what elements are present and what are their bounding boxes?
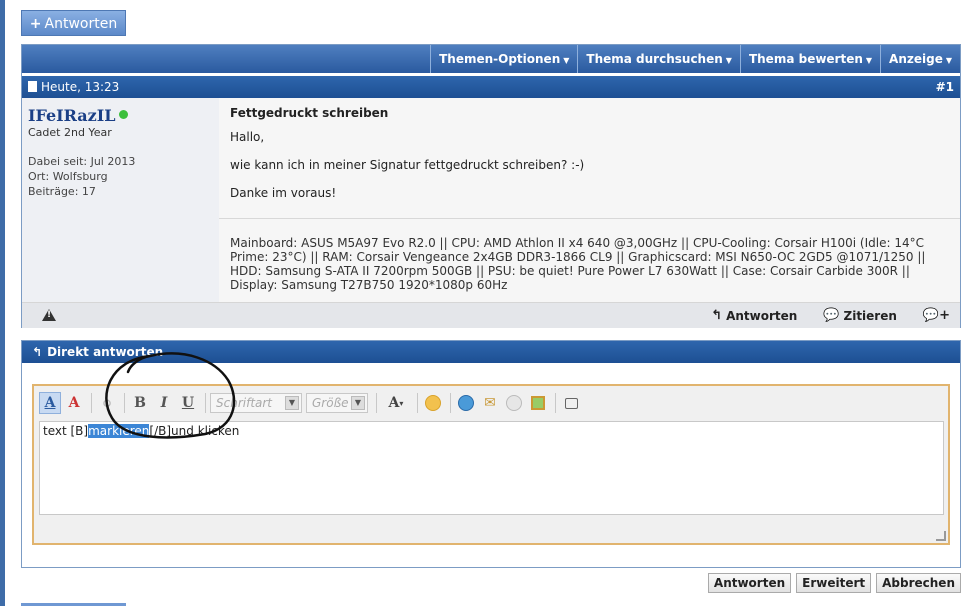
thread-search-label: Thema durchsuchen bbox=[586, 52, 723, 66]
toolbar-divider bbox=[555, 393, 556, 413]
paste-icon[interactable]: ⊙ bbox=[96, 392, 118, 414]
signature-divider bbox=[219, 218, 960, 219]
reply-button-top-label: Antworten bbox=[44, 16, 118, 32]
reply-button-top[interactable]: + Antworten bbox=[21, 10, 126, 36]
document-icon bbox=[28, 81, 37, 92]
quote-insert-icon[interactable] bbox=[560, 392, 582, 414]
user-info-panel: IFeIRazIL Cadet 2nd Year Dabei seit: Jul… bbox=[22, 98, 219, 302]
submit-reply-button[interactable]: Antworten bbox=[707, 573, 792, 593]
editor-text-after: [/B]und klicken bbox=[149, 424, 240, 438]
thread-post-container: Themen-Optionen ▼ Thema durchsuchen ▼ Them… bbox=[21, 44, 961, 328]
multiquote-add-icon: 💬+ bbox=[922, 308, 950, 323]
plus-icon: + bbox=[29, 16, 42, 32]
reply-post-button[interactable]: ↰ Antworten bbox=[711, 308, 797, 323]
thread-options-menu[interactable]: Themen-Optionen ▼ bbox=[430, 45, 577, 73]
caret-down-icon: ▼ bbox=[725, 56, 732, 65]
font-color-icon[interactable]: A ▾ bbox=[381, 392, 411, 414]
reply-arrow-icon: ↰ bbox=[32, 345, 43, 359]
toolbar-divider bbox=[450, 393, 451, 413]
user-rank: Cadet 2nd Year bbox=[28, 126, 112, 139]
quick-reply-title: Direkt antworten bbox=[47, 345, 164, 359]
thread-rate-menu[interactable]: Thema bewerten ▼ bbox=[739, 45, 880, 73]
post-body: Hallo, wie kann ich in meiner Signatur f… bbox=[230, 130, 950, 214]
editor-text-before: text [B] bbox=[43, 424, 89, 438]
unlink-icon[interactable] bbox=[503, 392, 525, 414]
user-location: Ort: Wolfsburg bbox=[28, 170, 108, 183]
post-header: Heute, 13:23 #1 bbox=[22, 76, 960, 98]
quote-bubble-icon: 💬 bbox=[823, 308, 840, 323]
post-date-text: Heute, 13:23 bbox=[41, 80, 120, 94]
toolbar-divider bbox=[417, 393, 418, 413]
toolbar-divider bbox=[91, 393, 92, 413]
caret-down-icon: ▼ bbox=[563, 56, 570, 65]
thread-options-label: Themen-Optionen bbox=[439, 52, 561, 66]
user-details: Dabei seit: Jul 2013 Ort: Wolfsburg Beit… bbox=[28, 154, 135, 199]
post-footer: ↰Antworten 💬Zitieren 💬+ bbox=[22, 302, 960, 328]
toolbar-divider bbox=[124, 393, 125, 413]
report-warning-icon[interactable] bbox=[42, 309, 56, 321]
username-link[interactable]: IFeIRazIL bbox=[28, 106, 129, 125]
toolbar-divider bbox=[205, 393, 206, 413]
thread-rate-label: Thema bewerten bbox=[748, 52, 863, 66]
user-post-count: Beiträge: 17 bbox=[28, 185, 96, 198]
thread-search-menu[interactable]: Thema durchsuchen ▼ bbox=[577, 45, 740, 73]
post-body-line: Danke im voraus! bbox=[230, 186, 337, 200]
resize-handle[interactable] bbox=[936, 531, 946, 541]
font-size-select[interactable]: Größe ▼ bbox=[306, 393, 368, 413]
quick-reply-container: ↰ Direkt antworten A A ⊙ B I U Schriftart… bbox=[21, 340, 961, 568]
post-date: Heute, 13:23 bbox=[28, 76, 119, 98]
italic-icon[interactable]: I bbox=[153, 392, 175, 414]
editor-toolbar: A A ⊙ B I U Schriftart ▼ Größe ▼ A ▾ ✉ bbox=[39, 391, 584, 415]
reply-action-buttons: Antworten Erweitert Abbrechen bbox=[707, 573, 961, 593]
user-joined: Dabei seit: Jul 2013 bbox=[28, 155, 136, 168]
reply-text-input[interactable]: text [B]markieren[/B]und klicken bbox=[39, 421, 944, 515]
caret-down-icon: ▼ bbox=[865, 56, 873, 65]
font-size-select-value: Größe bbox=[312, 396, 349, 410]
smiley-icon[interactable] bbox=[422, 392, 444, 414]
thread-toolbar: Themen-Optionen ▼ Thema durchsuchen ▼ Them… bbox=[22, 45, 960, 73]
quote-post-label: Zitieren bbox=[843, 308, 897, 323]
bold-icon[interactable]: B bbox=[129, 392, 151, 414]
post-number-link[interactable]: #1 bbox=[936, 76, 954, 98]
cancel-button[interactable]: Abbrechen bbox=[876, 573, 961, 593]
multiquote-button[interactable]: 💬+ bbox=[923, 308, 950, 323]
post-signature: Mainboard: ASUS M5A97 Evo R2.0 || CPU: A… bbox=[230, 236, 926, 292]
insert-email-icon[interactable]: ✉ bbox=[479, 392, 501, 414]
insert-link-icon[interactable] bbox=[455, 392, 477, 414]
post-actions: ↰ Antworten 💬 Zitieren 💬+ bbox=[711, 303, 950, 328]
quote-post-button[interactable]: 💬 Zitieren bbox=[823, 308, 897, 323]
toggle-wysiwyg-icon[interactable]: A bbox=[39, 392, 61, 414]
post-title: Fettgedruckt schreiben bbox=[230, 106, 389, 120]
insert-image-icon[interactable] bbox=[527, 392, 549, 414]
underline-icon[interactable]: U bbox=[177, 392, 199, 414]
reply-post-label: Antworten bbox=[726, 308, 798, 323]
username-text: IFeIRazIL bbox=[28, 106, 116, 125]
quick-reply-header: ↰ Direkt antworten bbox=[22, 341, 960, 363]
post-content: Fettgedruckt schreiben Hallo, wie kann i… bbox=[219, 98, 960, 302]
display-mode-menu[interactable]: Anzeige ▼ bbox=[880, 45, 960, 73]
online-status-icon bbox=[119, 110, 129, 119]
advanced-mode-button[interactable]: Erweitert bbox=[796, 573, 872, 593]
chevron-down-icon: ▼ bbox=[285, 396, 299, 410]
editor-selected-text: markieren bbox=[88, 424, 150, 438]
display-mode-label: Anzeige bbox=[889, 52, 943, 66]
post-body-line: wie kann ich in meiner Signatur fettgedr… bbox=[230, 158, 585, 172]
chevron-down-icon: ▼ bbox=[351, 396, 365, 410]
font-family-select-value: Schriftart bbox=[216, 396, 273, 410]
toolbar-divider bbox=[376, 393, 377, 413]
post-body-line: Hallo, bbox=[230, 130, 265, 144]
reply-arrow-icon: ↰ bbox=[711, 308, 723, 323]
caret-down-icon: ▼ bbox=[945, 56, 952, 65]
editor-frame: A A ⊙ B I U Schriftart ▼ Größe ▼ A ▾ ✉ text… bbox=[32, 384, 950, 545]
font-family-select[interactable]: Schriftart ▼ bbox=[210, 393, 302, 413]
remove-formatting-icon[interactable]: A bbox=[63, 392, 85, 414]
left-accent-bar bbox=[0, 0, 5, 606]
